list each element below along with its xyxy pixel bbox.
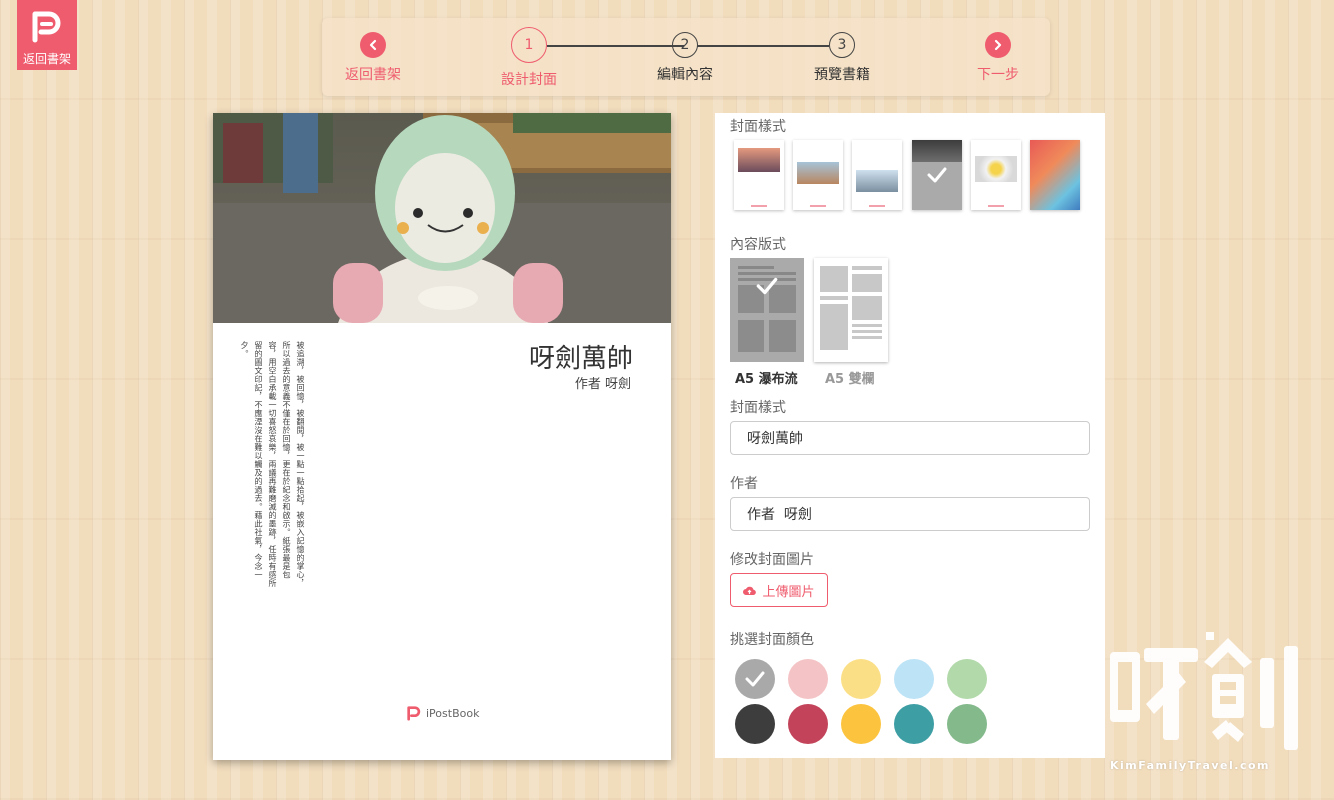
watermark-url: KimFamilyTravel.com [1110, 759, 1270, 772]
check-icon [745, 671, 765, 687]
cover-photo[interactable] [213, 113, 671, 323]
cover-style-label: 封面樣式 [730, 119, 786, 135]
logo-label: 返回書架 [22, 52, 71, 66]
chevron-left-icon[interactable] [360, 32, 386, 58]
watermark-logo [1110, 632, 1298, 750]
color-swatch-teal[interactable] [894, 704, 934, 744]
check-icon [912, 140, 962, 210]
cover-color-label: 挑選封面顏色 [730, 632, 814, 648]
cover-settings-panel: 封面樣式 內容版式 A5 瀑布流 A5 雙欄 封面樣式 呀劍萬帥 作者 作者 呀… [715, 113, 1105, 758]
step-connector [697, 45, 829, 47]
cover-style-thumb-6[interactable] [1030, 140, 1080, 210]
book-author: 作者 呀劍 [574, 377, 631, 392]
author-field-label: 作者 [730, 476, 758, 492]
layout-a5-waterfall-label[interactable]: A5 瀑布流 [735, 368, 798, 387]
upload-label[interactable]: 上傳圖片 [762, 581, 814, 600]
cover-style-thumb-5[interactable] [971, 140, 1021, 210]
ipostbook-logo-icon [407, 706, 421, 721]
cloud-upload-icon [743, 586, 757, 595]
book-body-text: 被追溯，被回憶，被翻閱，被一點一點拾起，被嵌入記憶的掌心，所以過去的意義不僅在於… [240, 341, 305, 588]
step-label-2[interactable]: 編輯內容 [657, 64, 713, 84]
next-step-label[interactable]: 下一步 [977, 64, 1019, 84]
layout-a5-two-column-label[interactable]: A5 雙欄 [825, 368, 875, 387]
step-label-1[interactable]: 設計封面 [501, 69, 557, 89]
color-swatch-light-pink[interactable] [788, 659, 828, 699]
book-brand: iPostBook [406, 705, 479, 721]
check-icon [730, 258, 804, 362]
color-swatch-charcoal[interactable] [735, 704, 775, 744]
step-number-3[interactable]: 3 [829, 32, 855, 58]
cover-style-thumb-3[interactable] [852, 140, 902, 210]
step-number-1[interactable]: 1 [511, 27, 547, 63]
upload-image-button[interactable]: 上傳圖片 [730, 573, 828, 607]
step-edit-content[interactable]: 2 編輯內容 [657, 32, 713, 84]
color-swatch-green[interactable] [947, 704, 987, 744]
book-title: 呀劍萬帥 [528, 344, 633, 374]
back-step-button[interactable]: 返回書架 [345, 32, 401, 84]
color-swatch-amber[interactable] [841, 704, 881, 744]
step-design-cover[interactable]: 1 設計封面 [501, 27, 557, 89]
book-cover-preview: 呀劍萬帥 作者 呀劍 被追溯，被回憶，被翻閱，被一點一點拾起，被嵌入記憶的掌心，… [213, 113, 671, 760]
title-field-label: 封面樣式 [730, 400, 786, 416]
step-preview-book[interactable]: 3 預覽書籍 [814, 32, 870, 84]
color-swatch-light-yellow[interactable] [841, 659, 881, 699]
cover-style-thumb-1[interactable] [734, 140, 784, 210]
step-label-3[interactable]: 預覽書籍 [814, 64, 870, 84]
layout-a5-two-column[interactable] [814, 258, 888, 362]
cover-style-thumb-4[interactable] [912, 140, 962, 210]
color-swatch-light-green[interactable] [947, 659, 987, 699]
back-to-shelf-logo-button[interactable]: 返回書架 [17, 0, 77, 70]
layout-a5-waterfall[interactable] [730, 258, 804, 362]
cover-title-input[interactable] [730, 421, 1090, 455]
step-number-2[interactable]: 2 [672, 32, 698, 58]
color-swatch-light-blue[interactable] [894, 659, 934, 699]
cover-image-label: 修改封面圖片 [730, 552, 814, 568]
content-layout-label: 內容版式 [730, 237, 786, 253]
next-step-button[interactable]: 下一步 [977, 32, 1019, 84]
cover-style-thumb-2[interactable] [793, 140, 843, 210]
back-step-label[interactable]: 返回書架 [345, 64, 401, 84]
author-input[interactable] [730, 497, 1090, 531]
color-swatch-crimson[interactable] [788, 704, 828, 744]
ipostbook-logo-icon [32, 11, 61, 43]
color-swatch-gray[interactable] [735, 659, 775, 699]
chevron-right-icon[interactable] [985, 32, 1011, 58]
step-navigation: 返回書架 1 設計封面 2 編輯內容 3 預覽書籍 下一步 [322, 18, 1050, 96]
brand-name: iPostBook [426, 706, 480, 720]
